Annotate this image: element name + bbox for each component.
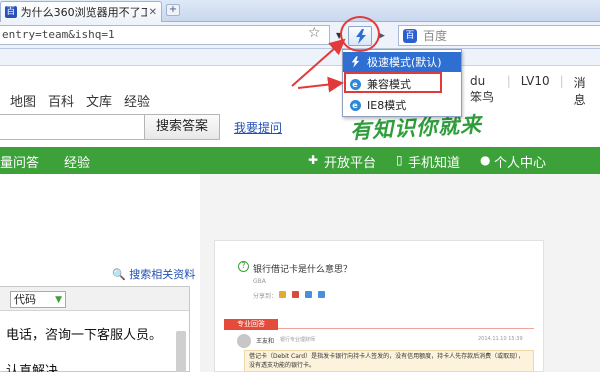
arrow-to-compat-mode (297, 76, 344, 93)
annotation-arrows (291, 38, 346, 93)
arrow-to-mode-button (291, 38, 346, 87)
